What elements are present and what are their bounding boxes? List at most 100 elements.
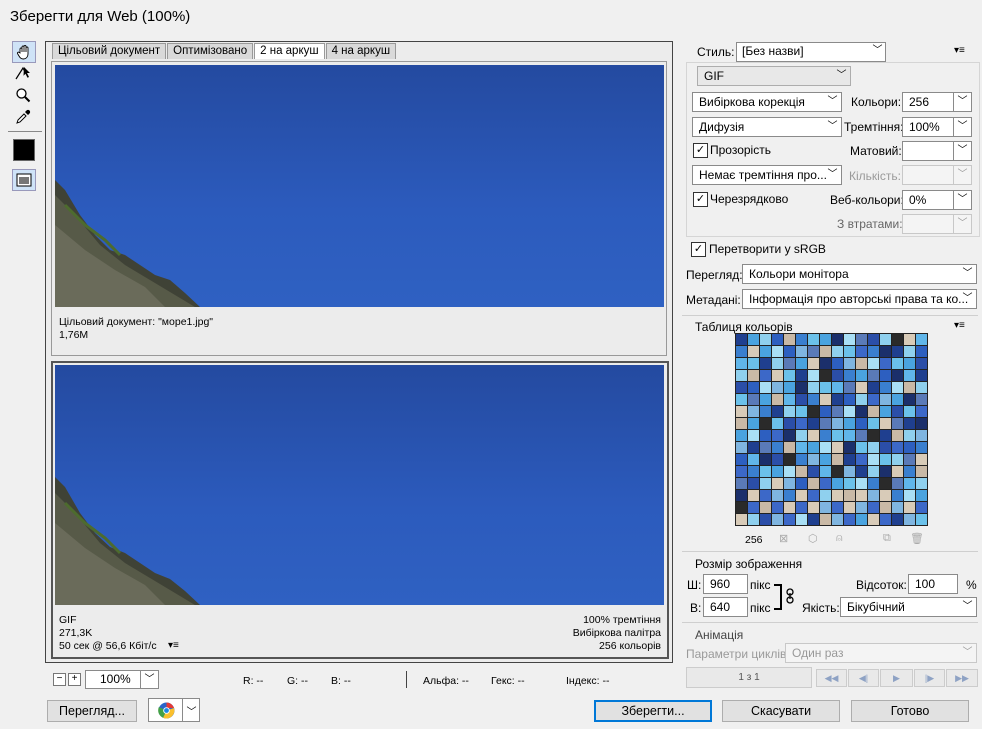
matte-select[interactable]: ﹀: [902, 141, 972, 161]
color-swatch[interactable]: [844, 382, 855, 393]
color-swatch[interactable]: [796, 334, 807, 345]
original-pane[interactable]: Цільовий документ: "море1.jpg" 1,76M: [51, 61, 667, 356]
optimized-image[interactable]: [55, 365, 664, 605]
color-swatch[interactable]: [772, 430, 783, 441]
color-swatch[interactable]: [904, 406, 915, 417]
color-swatch[interactable]: [736, 382, 747, 393]
download-speed-menu-icon[interactable]: ▾≡: [168, 640, 179, 651]
color-swatch[interactable]: [784, 502, 795, 513]
color-swatch[interactable]: [892, 334, 903, 345]
color-swatch[interactable]: [784, 514, 795, 525]
color-swatch[interactable]: [784, 334, 795, 345]
lock-color-icon[interactable]: ⍝: [836, 532, 843, 545]
color-swatch[interactable]: [796, 358, 807, 369]
color-swatch[interactable]: [868, 334, 879, 345]
color-swatch[interactable]: [856, 454, 867, 465]
color-swatch[interactable]: [844, 346, 855, 357]
color-swatch[interactable]: [736, 454, 747, 465]
color-swatch[interactable]: [796, 382, 807, 393]
preview-button[interactable]: Перегляд...: [47, 700, 137, 722]
color-swatch[interactable]: [916, 466, 927, 477]
color-swatch[interactable]: [916, 358, 927, 369]
map-transparent-icon[interactable]: ⊠: [779, 532, 788, 545]
color-swatch[interactable]: [784, 418, 795, 429]
color-swatch[interactable]: [844, 358, 855, 369]
color-swatch[interactable]: [772, 502, 783, 513]
color-swatch[interactable]: [772, 406, 783, 417]
color-swatch[interactable]: [832, 418, 843, 429]
color-swatch[interactable]: [868, 514, 879, 525]
color-swatch[interactable]: [892, 382, 903, 393]
color-swatch[interactable]: [904, 490, 915, 501]
color-swatch[interactable]: [772, 454, 783, 465]
color-swatch[interactable]: [772, 466, 783, 477]
color-swatch[interactable]: [820, 430, 831, 441]
color-swatch[interactable]: [748, 442, 759, 453]
color-swatch[interactable]: [820, 418, 831, 429]
color-swatch[interactable]: [868, 382, 879, 393]
color-swatch[interactable]: [772, 478, 783, 489]
color-swatch[interactable]: [916, 406, 927, 417]
color-swatch[interactable]: [760, 382, 771, 393]
tab-original[interactable]: Цільовий документ: [52, 43, 167, 59]
toggle-slices-icon[interactable]: [12, 169, 36, 191]
color-swatch[interactable]: [748, 346, 759, 357]
color-swatch[interactable]: [796, 466, 807, 477]
color-swatch[interactable]: [736, 394, 747, 405]
color-swatch[interactable]: [748, 430, 759, 441]
color-swatch[interactable]: [820, 478, 831, 489]
color-swatch[interactable]: [868, 394, 879, 405]
color-swatch[interactable]: [796, 418, 807, 429]
color-swatch[interactable]: [916, 478, 927, 489]
color-swatch[interactable]: [892, 358, 903, 369]
color-swatch[interactable]: [844, 334, 855, 345]
color-swatch[interactable]: [772, 370, 783, 381]
color-swatch[interactable]: [808, 382, 819, 393]
color-swatch[interactable]: [736, 406, 747, 417]
color-swatch[interactable]: [892, 346, 903, 357]
color-swatch[interactable]: [772, 334, 783, 345]
new-color-icon[interactable]: ⧉: [883, 532, 891, 545]
color-swatch[interactable]: [820, 502, 831, 513]
color-swatch[interactable]: [736, 346, 747, 357]
color-swatch[interactable]: [868, 406, 879, 417]
color-swatch[interactable]: [880, 382, 891, 393]
convert-srgb-checkbox[interactable]: ✓: [691, 242, 706, 257]
color-swatch[interactable]: [916, 370, 927, 381]
tab-2-up[interactable]: 2 на аркуш: [254, 43, 325, 59]
color-swatch[interactable]: [856, 358, 867, 369]
color-swatch[interactable]: [880, 502, 891, 513]
color-swatch[interactable]: [856, 478, 867, 489]
color-swatch[interactable]: [916, 382, 927, 393]
color-swatch[interactable]: [832, 358, 843, 369]
color-swatch[interactable]: [736, 430, 747, 441]
next-frame-icon[interactable]: |▶: [914, 669, 945, 687]
color-swatch[interactable]: [820, 442, 831, 453]
color-swatch[interactable]: [856, 514, 867, 525]
color-swatch[interactable]: [892, 514, 903, 525]
color-swatch[interactable]: [772, 418, 783, 429]
color-swatch[interactable]: [808, 430, 819, 441]
color-swatch[interactable]: [856, 490, 867, 501]
color-swatch[interactable]: [796, 514, 807, 525]
color-swatch[interactable]: [856, 370, 867, 381]
color-swatch[interactable]: [808, 490, 819, 501]
color-swatch[interactable]: [856, 466, 867, 477]
link-icon[interactable]: [786, 588, 794, 607]
color-swatch[interactable]: [892, 466, 903, 477]
width-input[interactable]: 960: [703, 574, 748, 594]
color-swatch[interactable]: [880, 418, 891, 429]
dither-algorithm-select[interactable]: Дифузія ﹀: [692, 117, 842, 137]
color-swatch[interactable]: [808, 346, 819, 357]
color-swatch[interactable]: [832, 394, 843, 405]
color-swatch[interactable]: [820, 358, 831, 369]
color-swatch[interactable]: [748, 382, 759, 393]
color-swatch[interactable]: [892, 394, 903, 405]
quality-select[interactable]: Бікубічний ﹀: [840, 597, 977, 617]
color-swatch[interactable]: [796, 442, 807, 453]
color-swatch[interactable]: [880, 454, 891, 465]
color-swatch[interactable]: [820, 454, 831, 465]
color-swatch[interactable]: [904, 514, 915, 525]
color-swatch[interactable]: [832, 370, 843, 381]
color-swatch[interactable]: [880, 442, 891, 453]
